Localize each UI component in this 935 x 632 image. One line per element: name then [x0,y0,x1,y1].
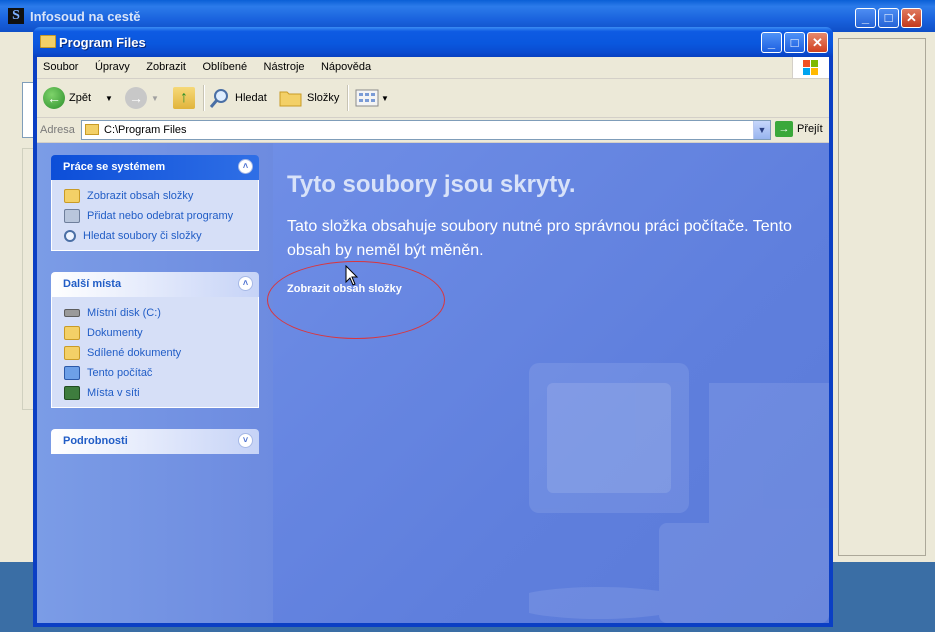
collapse-icon[interactable]: ˄ [238,276,253,291]
place-label: Místní disk (C:) [87,307,161,319]
menu-nastroje[interactable]: Nástroje [258,57,311,73]
toolbar-separator [203,85,205,111]
forward-button[interactable]: → ▼ [125,85,159,111]
mouse-cursor-icon [345,265,359,286]
explorer-window: Program Files _ □ ✕ Soubor Úpravy Zobraz… [33,27,833,627]
forward-arrow-icon: → [125,87,147,109]
back-label: Zpět [69,92,92,104]
menu-napoveda[interactable]: Nápověda [315,57,377,73]
other-places-header[interactable]: Další místa ˄ [51,272,259,297]
system-tasks-title: Práce se systémem [63,161,166,173]
place-network[interactable]: Místa v síti [52,383,258,403]
place-label: Dokumenty [87,327,143,339]
search-button[interactable]: Hledat [209,85,267,111]
up-button[interactable]: ↑ [173,85,195,111]
details-box: Podrobnosti ˅ [51,429,259,454]
bg-maximize-button[interactable]: □ [878,8,899,28]
address-value: C:\Program Files [104,124,187,136]
task-label: Zobrazit obsah složky [87,190,194,202]
system-tasks-box: Práce se systémem ˄ Zobrazit obsah složk… [51,155,259,251]
drive-icon [64,309,80,317]
hidden-files-heading: Tyto soubory jsou skryty. [287,171,576,198]
content-area: Práce se systémem ˄ Zobrazit obsah složk… [37,143,829,623]
other-places-body: Místní disk (C:) Dokumenty Sdílené dokum… [51,297,259,408]
task-label: Hledat soubory či složky [83,230,202,242]
collapse-icon[interactable]: ˄ [238,159,253,174]
folder-icon [40,35,56,48]
documents-folder-icon [64,326,80,340]
minimize-button[interactable]: _ [761,32,782,53]
go-label: Přejít [797,123,823,135]
details-title: Podrobnosti [63,435,128,447]
back-dropdown-icon[interactable]: ▼ [105,94,113,103]
views-dropdown-icon[interactable]: ▼ [381,94,389,103]
task-pane: Práce se systémem ˄ Zobrazit obsah složk… [37,143,273,623]
place-my-computer[interactable]: Tento počítač [52,363,258,383]
place-shared-documents[interactable]: Sdílené dokumenty [52,343,258,363]
address-input[interactable]: C:\Program Files ▼ [81,120,771,140]
task-show-contents[interactable]: Zobrazit obsah složky [52,186,258,206]
menu-upravy[interactable]: Úpravy [89,57,136,73]
folders-button[interactable]: Složky [279,85,339,111]
search-label: Hledat [235,92,267,104]
task-add-remove-programs[interactable]: Přidat nebo odebrat programy [52,206,258,226]
forward-dropdown-icon: ▼ [151,93,159,103]
computer-watermark-icon [529,363,829,623]
main-pane: Tyto soubory jsou skryty. Tato složka ob… [267,143,829,623]
system-tasks-header[interactable]: Práce se systémem ˄ [51,155,259,180]
computer-icon [64,366,80,380]
up-folder-icon: ↑ [173,87,195,109]
address-dropdown-icon[interactable]: ▼ [753,121,770,139]
back-arrow-icon: ← [43,87,65,109]
expand-icon[interactable]: ˅ [238,433,253,448]
system-tasks-body: Zobrazit obsah složky Přidat nebo odebra… [51,180,259,251]
task-label: Přidat nebo odebrat programy [87,210,234,222]
bg-minimize-button[interactable]: _ [855,8,876,28]
add-remove-programs-icon [64,209,80,223]
app-logo-icon: S [8,8,24,24]
toolbar-separator [347,85,349,111]
folders-label: Složky [307,92,340,104]
go-button[interactable]: → Přejít [775,121,823,137]
close-button[interactable]: ✕ [807,32,828,53]
place-documents[interactable]: Dokumenty [52,323,258,343]
folder-icon [85,124,99,135]
search-icon [64,230,76,242]
place-label: Tento počítač [87,367,153,379]
place-label: Místa v síti [87,387,140,399]
views-button[interactable]: ▼ [355,85,389,111]
bg-close-button[interactable]: ✕ [901,8,922,28]
folder-view-icon [64,189,80,203]
go-arrow-icon: → [775,121,793,137]
address-label: Adresa [40,124,75,136]
other-places-box: Další místa ˄ Místní disk (C:) Dokumenty… [51,272,259,408]
other-places-title: Další místa [63,278,122,290]
windows-logo-icon [792,57,829,78]
toolbar: ← Zpět ▼ → ▼ ↑ Hledat Složky ▼ [37,79,829,118]
address-bar: Adresa C:\Program Files ▼ → Přejít [37,118,829,143]
window-titlebar[interactable]: Program Files _ □ ✕ [33,27,833,57]
window-title: Program Files [59,35,146,50]
background-window-title: Infosoud na cestě [30,9,141,24]
bg-side-panel [838,38,926,556]
shared-folder-icon [64,346,80,360]
views-icon [355,89,379,107]
menu-soubor[interactable]: Soubor [37,57,84,73]
menu-bar: Soubor Úpravy Zobrazit Oblíbené Nástroje… [37,57,829,79]
maximize-button[interactable]: □ [784,32,805,53]
back-button[interactable]: ← Zpět ▼ [43,85,113,111]
folders-icon [279,91,302,107]
network-icon [64,386,80,400]
place-local-disk[interactable]: Místní disk (C:) [52,303,258,323]
search-icon [209,89,228,108]
hidden-files-message: Tato složka obsahuje soubory nutné pro s… [287,218,792,259]
details-header[interactable]: Podrobnosti ˅ [51,429,259,454]
menu-oblibene[interactable]: Oblíbené [196,57,253,73]
menu-zobrazit[interactable]: Zobrazit [140,57,192,73]
place-label: Sdílené dokumenty [87,347,182,359]
task-search-files[interactable]: Hledat soubory či složky [52,226,258,246]
